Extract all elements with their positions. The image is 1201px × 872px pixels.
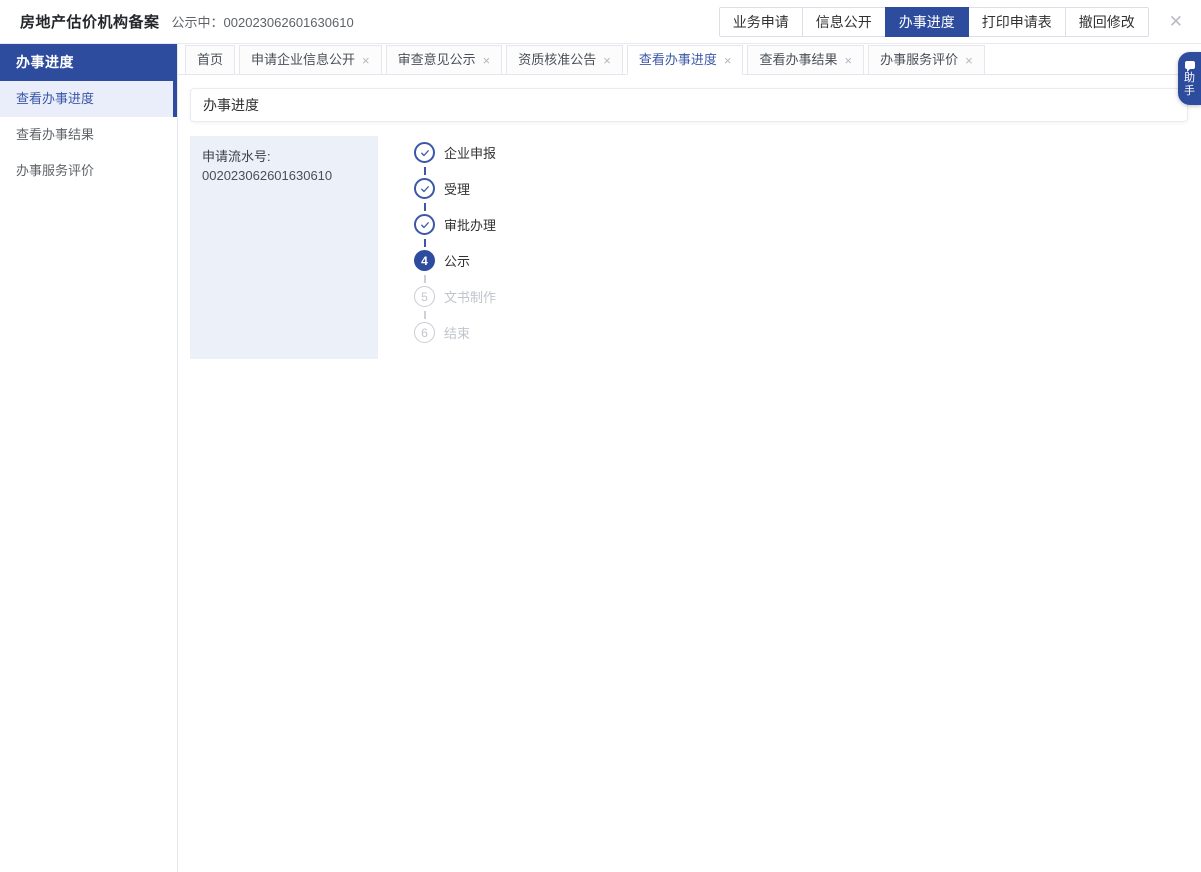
check-icon bbox=[414, 142, 435, 163]
step-label: 受理 bbox=[444, 179, 470, 198]
step-connector bbox=[424, 275, 426, 283]
check-icon bbox=[414, 178, 435, 199]
step-acceptance: 受理 bbox=[414, 178, 496, 214]
tab-close-icon[interactable]: × bbox=[483, 54, 491, 67]
panel-title-card: 办事进度 bbox=[190, 88, 1188, 122]
sidebar-item-view-result[interactable]: 查看办事结果 bbox=[0, 117, 177, 153]
main-layout: 办事进度 查看办事进度 查看办事结果 办事服务评价 首页 申请企业信息公开 × … bbox=[0, 44, 1201, 872]
step-approval-handling: 审批办理 bbox=[414, 214, 496, 250]
sidebar-item-service-evaluation[interactable]: 办事服务评价 bbox=[0, 153, 177, 189]
step-label: 文书制作 bbox=[444, 287, 496, 306]
tab-label: 审查意见公示 bbox=[398, 46, 476, 74]
business-apply-button[interactable]: 业务申请 bbox=[719, 7, 803, 37]
serial-value: 002023062601630610 bbox=[202, 167, 366, 186]
sidebar-item-view-progress[interactable]: 查看办事进度 bbox=[0, 81, 177, 117]
chat-bubble-icon bbox=[1185, 61, 1195, 69]
tab-label: 申请企业信息公开 bbox=[251, 46, 355, 74]
tab-label: 办事服务评价 bbox=[880, 46, 958, 74]
step-label: 公示 bbox=[444, 251, 470, 270]
status-label: 公示中： bbox=[172, 15, 224, 30]
step-number-badge: 5 bbox=[414, 286, 435, 307]
serial-number-card: 申请流水号: 002023062601630610 bbox=[190, 136, 378, 359]
tab-apply-company-info[interactable]: 申请企业信息公开 × bbox=[239, 45, 382, 75]
status-text: 公示中：002023062601630610 bbox=[172, 12, 354, 31]
step-connector bbox=[424, 311, 426, 319]
tab-close-icon[interactable]: × bbox=[362, 54, 370, 67]
tab-bar: 首页 申请企业信息公开 × 审查意见公示 × 资质核准公告 × 查看办事进度 ×… bbox=[178, 44, 1201, 75]
tab-close-icon[interactable]: × bbox=[724, 54, 732, 67]
status-serial-number: 002023062601630610 bbox=[224, 15, 354, 30]
serial-label: 申请流水号: bbox=[202, 148, 366, 167]
page-title: 办事进度 bbox=[203, 97, 259, 113]
step-label: 结束 bbox=[444, 323, 470, 342]
tab-home[interactable]: 首页 bbox=[185, 45, 235, 75]
step-connector bbox=[424, 167, 426, 175]
tab-view-result[interactable]: 查看办事结果 × bbox=[747, 45, 864, 75]
tab-label: 查看办事进度 bbox=[639, 46, 717, 74]
tab-label: 查看办事结果 bbox=[759, 46, 837, 74]
step-label: 企业申报 bbox=[444, 143, 496, 162]
tab-service-evaluation[interactable]: 办事服务评价 × bbox=[868, 45, 985, 75]
step-finish: 6 结束 bbox=[414, 322, 496, 343]
step-document-production: 5 文书制作 bbox=[414, 286, 496, 322]
tab-label: 资质核准公告 bbox=[518, 46, 596, 74]
assistant-label-char: 手 bbox=[1184, 85, 1195, 97]
main-area: 首页 申请企业信息公开 × 审查意见公示 × 资质核准公告 × 查看办事进度 ×… bbox=[178, 44, 1201, 872]
progress-stepper: 企业申报 受理 审批办理 bbox=[414, 136, 496, 359]
step-number-badge: 6 bbox=[414, 322, 435, 343]
check-icon bbox=[414, 214, 435, 235]
step-label: 审批办理 bbox=[444, 215, 496, 234]
topbar-button-group: 业务申请 信息公开 办事进度 打印申请表 撤回修改 bbox=[719, 7, 1149, 37]
step-connector bbox=[424, 203, 426, 211]
tab-review-opinion[interactable]: 审查意见公示 × bbox=[386, 45, 503, 75]
sidebar: 办事进度 查看办事进度 查看办事结果 办事服务评价 bbox=[0, 44, 178, 872]
progress-content: 申请流水号: 002023062601630610 企业申报 受理 bbox=[190, 136, 1201, 359]
info-disclosure-button[interactable]: 信息公开 bbox=[802, 7, 886, 37]
step-enterprise-declaration: 企业申报 bbox=[414, 142, 496, 178]
sidebar-header: 办事进度 bbox=[0, 44, 177, 81]
progress-button[interactable]: 办事进度 bbox=[885, 7, 969, 37]
app-title: 房地产估价机构备案 bbox=[20, 11, 160, 32]
assistant-button[interactable]: 助 手 bbox=[1178, 52, 1201, 105]
step-publicity: 4 公示 bbox=[414, 250, 496, 286]
withdraw-modify-button[interactable]: 撤回修改 bbox=[1065, 7, 1149, 37]
assistant-label-char: 助 bbox=[1184, 72, 1195, 84]
tab-label: 首页 bbox=[197, 46, 223, 74]
tab-view-progress[interactable]: 查看办事进度 × bbox=[627, 45, 744, 75]
tab-close-icon[interactable]: × bbox=[603, 54, 611, 67]
tab-close-icon[interactable]: × bbox=[844, 54, 852, 67]
step-number-badge: 4 bbox=[414, 250, 435, 271]
close-icon[interactable]: ✕ bbox=[1169, 13, 1183, 30]
tab-close-icon[interactable]: × bbox=[965, 54, 973, 67]
top-bar: 房地产估价机构备案 公示中：002023062601630610 业务申请 信息… bbox=[0, 0, 1201, 44]
step-connector bbox=[424, 239, 426, 247]
tab-qualification-notice[interactable]: 资质核准公告 × bbox=[506, 45, 623, 75]
print-application-button[interactable]: 打印申请表 bbox=[968, 7, 1066, 37]
